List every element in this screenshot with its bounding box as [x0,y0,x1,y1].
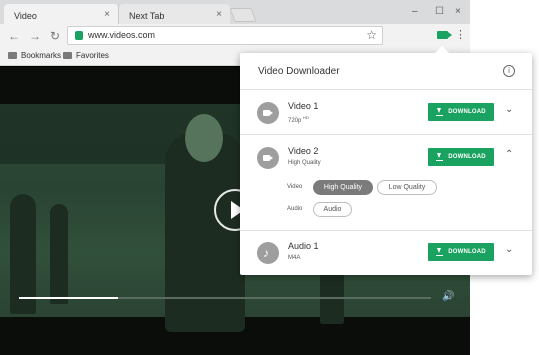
bookmark-item[interactable]: Favorites [63,51,109,60]
progress-fill [19,297,118,299]
forward-icon[interactable]: → [29,29,41,43]
star-icon[interactable]: ☆ [366,28,377,42]
tab-label: Next Tab [129,11,165,21]
list-item: ♪ Audio 1 M4A DOWNLOAD ⌄ [240,231,532,275]
volume-icon[interactable]: 🔊 [442,291,454,302]
folder-icon [63,52,72,59]
popup-title: Video Downloader [258,66,340,77]
video-extension-icon[interactable] [437,31,452,39]
download-icon [436,108,444,116]
list-item: Video 1 720p HD DOWNLOAD ⌄ [240,90,532,135]
maximize-icon[interactable]: ☐ [435,6,444,17]
download-icon [436,153,444,161]
download-icon [436,248,444,256]
close-icon[interactable]: × [216,9,222,20]
low-quality-chip[interactable]: Low Quality [377,180,437,195]
popup-header: Video Downloader i [240,53,532,90]
minimize-icon[interactable]: – [412,6,418,17]
chevron-down-icon[interactable]: ⌄ [505,104,513,115]
item-title: Video 2 [288,146,319,156]
item-title: Audio 1 [288,241,319,251]
bookmark-item[interactable]: Bookmarks [8,51,61,60]
list-item: Video 2 High Quality DOWNLOAD ⌃ Video Hi… [240,135,532,231]
video-downloader-popup: Video Downloader i Video 1 720p HD DOWNL… [240,46,532,275]
item-subtitle: 720p HD [288,115,309,124]
high-quality-chip[interactable]: High Quality [313,180,373,195]
chevron-up-icon[interactable]: ⌃ [505,149,513,160]
url-text: www.videos.com [88,30,156,40]
menu-icon[interactable]: ⋮ [455,28,466,41]
back-icon[interactable]: ← [8,29,20,43]
toolbar: ← → ↻ www.videos.com ☆ ⋮ [0,24,470,48]
audio-option-label: Audio [287,206,303,212]
progress-bar[interactable] [19,297,431,299]
address-bar[interactable]: www.videos.com ☆ [67,26,383,45]
info-icon[interactable]: i [503,65,515,77]
item-subtitle: High Quality [288,160,321,166]
close-window-icon[interactable]: × [455,6,461,17]
item-subtitle: M4A [288,255,301,261]
chevron-down-icon[interactable]: ⌄ [505,244,513,255]
reload-icon[interactable]: ↻ [50,29,60,43]
lock-icon [75,31,83,40]
music-note-icon: ♪ [257,242,279,264]
video-option-label: Video [287,184,303,190]
item-title: Video 1 [288,101,319,111]
folder-icon [8,52,17,59]
video-camera-icon [257,102,279,124]
download-button[interactable]: DOWNLOAD [428,103,494,121]
download-button[interactable]: DOWNLOAD [428,243,494,261]
video-camera-icon [257,147,279,169]
audio-chip[interactable]: Audio [313,202,352,217]
tab-label: Video [14,11,37,21]
close-icon[interactable]: × [104,9,110,20]
new-tab-button[interactable] [229,8,257,22]
download-button[interactable]: DOWNLOAD [428,148,494,166]
